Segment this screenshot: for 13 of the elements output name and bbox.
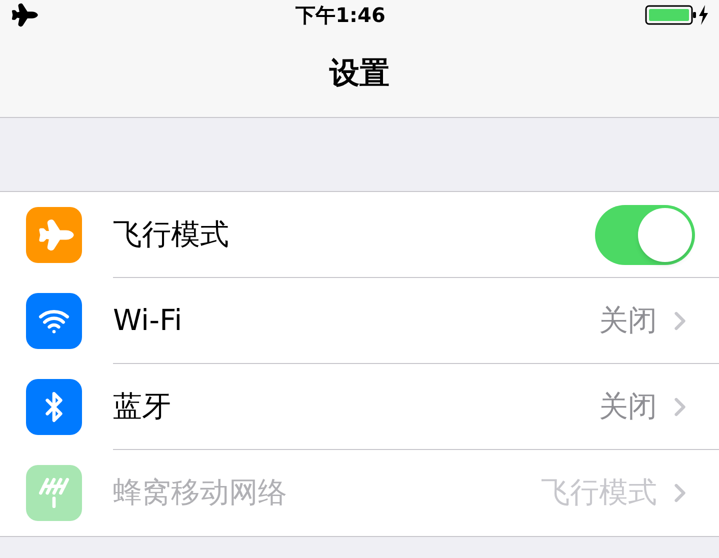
row-value: 飞行模式 — [541, 474, 657, 512]
row-label: 飞行模式 — [113, 216, 230, 253]
battery-icon — [645, 4, 709, 26]
settings-row[interactable]: Wi-Fi 关闭 — [0, 278, 719, 364]
row-label: 蜂窝移动网络 — [113, 474, 288, 512]
status-time: 下午1:46 — [296, 2, 386, 29]
row-label: 蓝牙 — [113, 388, 172, 425]
row-label: Wi-Fi — [113, 302, 184, 339]
settings-row[interactable]: 蓝牙 关闭 — [0, 364, 719, 450]
nav-title: 设置 — [330, 55, 390, 93]
row-value: 关闭 — [599, 302, 657, 339]
settings-row[interactable]: 飞行模式 — [0, 192, 719, 278]
row-value: 关闭 — [599, 388, 657, 425]
